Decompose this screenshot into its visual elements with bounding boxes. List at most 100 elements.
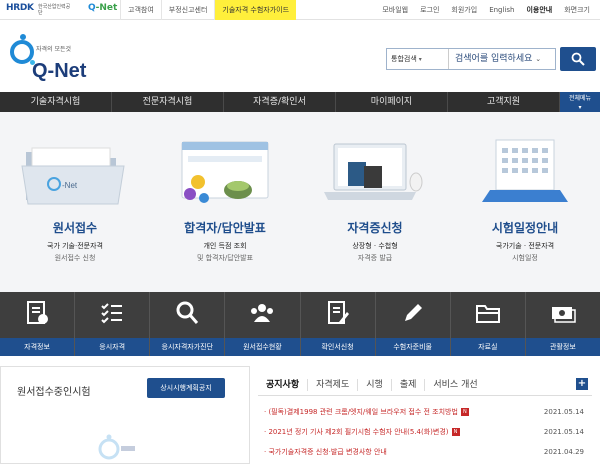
utility-bar: HRDK 한국산업인력공단 Q-Net 고객참여 부정신고센터 기술자격 수험자…: [0, 0, 600, 20]
top-links: 고객참여 부정신고센터 기술자격 수험자가이드: [120, 0, 297, 20]
card-desc: 국가 기술·전문자격: [47, 242, 103, 250]
tab-notices[interactable]: 공지사항: [258, 379, 309, 391]
pencil-icon: [404, 304, 422, 321]
checklist-icon: [101, 303, 123, 324]
qnet-watermark-logo: [98, 434, 135, 460]
browser-illustration: [181, 141, 269, 203]
qnet-logo[interactable]: 자격의 모든것 Q-Net: [6, 32, 86, 92]
notice-panel: 공지사항 자격제도 시행 출제 서비스 개선 + · (필독)결제1998 관련…: [258, 370, 592, 464]
list-item[interactable]: · 국가기술자격증 신청·발급 변경사항 안내 2021.04.29: [264, 442, 584, 462]
nav-professional-exam[interactable]: 전문자격시험: [112, 92, 224, 112]
quick-item-eligibility[interactable]: 응시자격: [75, 292, 151, 356]
card-title: 자격증신청: [347, 221, 403, 235]
card-certificate[interactable]: 자격증신청 상장형 · 수첩형 자격증 발급: [300, 112, 450, 292]
card-subdesc: 시험일정: [512, 254, 538, 262]
folder-illustration: -Net: [21, 147, 125, 205]
card-title: 원서접수: [52, 221, 98, 235]
nav-certificate[interactable]: 자격증/확인서: [224, 92, 336, 112]
hrdk-logo[interactable]: HRDK: [6, 3, 34, 13]
search-category-value: 통합검색: [391, 55, 417, 63]
nav-mypage[interactable]: 마이페이지: [336, 92, 448, 112]
link-customer-participation[interactable]: 고객참여: [120, 0, 161, 20]
link-examinee-guide[interactable]: 기술자격 수험자가이드: [214, 0, 297, 20]
nav-technical-exam[interactable]: 기술자격시험: [0, 92, 112, 112]
notice-date: 2021.05.14: [543, 408, 584, 416]
laptop-illustration: [324, 143, 423, 200]
svg-text:-Net: -Net: [62, 181, 78, 190]
logo-wordmark: Q-Net: [32, 60, 87, 82]
search-category-select[interactable]: 통합검색 ▾: [387, 49, 449, 69]
quick-item-label: 응시자격자가진단: [150, 338, 225, 356]
card-title: 합격자/답안발표: [184, 221, 266, 235]
list-item[interactable]: · 2021년 정기 기사 제2회 필기시험 수험자 안내(5.4(화)변경) N…: [264, 422, 584, 442]
new-badge: N: [460, 408, 469, 416]
notice-tabs: 공지사항 자격제도 시행 출제 서비스 개선: [258, 374, 592, 396]
hrdk-subtitle: 한국산업인력공단: [38, 4, 71, 16]
qnet-mini-rest: -Net: [95, 3, 118, 13]
quick-item-library[interactable]: 자료실: [450, 292, 526, 356]
notice-date: 2021.04.29: [543, 448, 584, 456]
link-mobile-web[interactable]: 모바일웹: [376, 0, 414, 20]
money-icon: [551, 307, 576, 323]
list-item[interactable]: · (필독)결제1998 관련 크롬/엣지/웨일 브라우저 접수 전 조치방법 N…: [264, 402, 584, 422]
card-desc: 개인 득점 조회: [203, 242, 247, 250]
tab-question-setting[interactable]: 출제: [392, 379, 426, 391]
account-links: 모바일웹 로그인 회원가입 English 이용안내 화면크기: [376, 0, 596, 20]
quick-item-application-status[interactable]: 원서접수현황: [225, 292, 301, 356]
link-report-center[interactable]: 부정신고센터: [160, 0, 215, 20]
notice-title[interactable]: · 2021년 정기 기사 제2회 필기시험 수험자 안내(5.4(화)변경): [264, 428, 449, 436]
search-dropdown-icon[interactable]: ⌄: [535, 55, 541, 63]
all-menu-button[interactable]: 전체메뉴 ▾: [560, 92, 600, 112]
document-info-icon: [27, 301, 49, 324]
notice-list: · (필독)결제1998 관련 크롬/엣지/웨일 브라우저 접수 전 조치방법 N…: [264, 402, 584, 462]
search-box: 통합검색 ▾ 검색어를 입력하세요 ⌄: [386, 48, 556, 70]
users-icon: [251, 304, 274, 322]
regular-exam-notice-button[interactable]: 상시시행계획공지: [147, 378, 225, 398]
card-title: 시험일정안내: [491, 221, 559, 235]
card-subdesc: 및 합격자/답안발표: [196, 254, 254, 262]
tab-system[interactable]: 자격제도: [308, 379, 359, 391]
card-subdesc: 자격증 발급: [357, 254, 393, 262]
card-results[interactable]: 합격자/답안발표 개인 득점 조회 및 합격자/답안발표: [150, 112, 300, 292]
search-button[interactable]: [560, 47, 596, 71]
qnet-mini-logo[interactable]: Q-Net: [88, 3, 117, 13]
ongoing-exams-panel: 원서접수중인시험 상시시행계획공지: [0, 366, 250, 464]
quick-item-related-info[interactable]: 관활정보: [525, 292, 600, 356]
quick-item-supplies[interactable]: 수험자준비물: [375, 292, 451, 356]
new-badge: N: [451, 428, 460, 436]
card-desc: 국가기술 · 전문자격: [495, 242, 555, 250]
link-signup[interactable]: 회원가입: [445, 0, 483, 20]
card-application[interactable]: -Net 원서접수 국가 기술·전문자격 원서접수 신청: [0, 112, 150, 292]
more-notices-button[interactable]: +: [576, 378, 588, 390]
quick-item-confirmation[interactable]: 확인서신청: [300, 292, 376, 356]
link-login[interactable]: 로그인: [414, 0, 445, 20]
notice-date: 2021.05.14: [543, 428, 584, 436]
all-menu-label: 전체메뉴: [568, 95, 592, 102]
card-schedule[interactable]: 시험일정안내 국가기술 · 전문자격 시험일정: [450, 112, 600, 292]
card-desc: 상장형 · 수첩형: [352, 242, 398, 250]
service-cards: -Net 원서접수 국가 기술·전문자격 원서접수 신청 합격자/답안발표 개인…: [0, 112, 600, 292]
link-screen-size[interactable]: 화면크기: [558, 0, 596, 20]
quick-item-label: 원서접수현황: [225, 338, 300, 356]
search-input[interactable]: 검색어를 입력하세요 ⌄: [449, 49, 555, 69]
card-subdesc: 원서접수 신청: [54, 254, 96, 262]
search-placeholder: 검색어를 입력하세요: [455, 54, 533, 64]
quick-item-label: 자료실: [450, 338, 525, 356]
quick-item-qualification-info[interactable]: 자격정보: [0, 292, 76, 356]
document-edit-icon: [327, 301, 349, 324]
tab-administration[interactable]: 시행: [358, 379, 392, 391]
quick-item-label: 자격정보: [0, 338, 75, 356]
tab-service-improvement[interactable]: 서비스 개선: [425, 379, 485, 391]
chevron-down-icon: ▾: [578, 104, 582, 111]
notice-title[interactable]: · (필독)결제1998 관련 크롬/엣지/웨일 브라우저 접수 전 조치방법: [264, 408, 458, 416]
quick-item-label: 관활정보: [525, 338, 600, 356]
search-icon: [571, 52, 585, 66]
calendar-illustration: [482, 139, 568, 202]
panel-title: 원서접수중인시험: [17, 387, 91, 398]
link-english[interactable]: English: [483, 0, 520, 20]
notice-title[interactable]: · 국가기술자격증 신청·발급 변경사항 안내: [264, 448, 387, 456]
link-usage-guide[interactable]: 이용안내: [520, 0, 558, 20]
quick-item-label: 수험자준비물: [375, 338, 450, 356]
nav-support[interactable]: 고객지원: [448, 92, 560, 112]
quick-item-self-check[interactable]: 응시자격자가진단: [150, 292, 226, 356]
